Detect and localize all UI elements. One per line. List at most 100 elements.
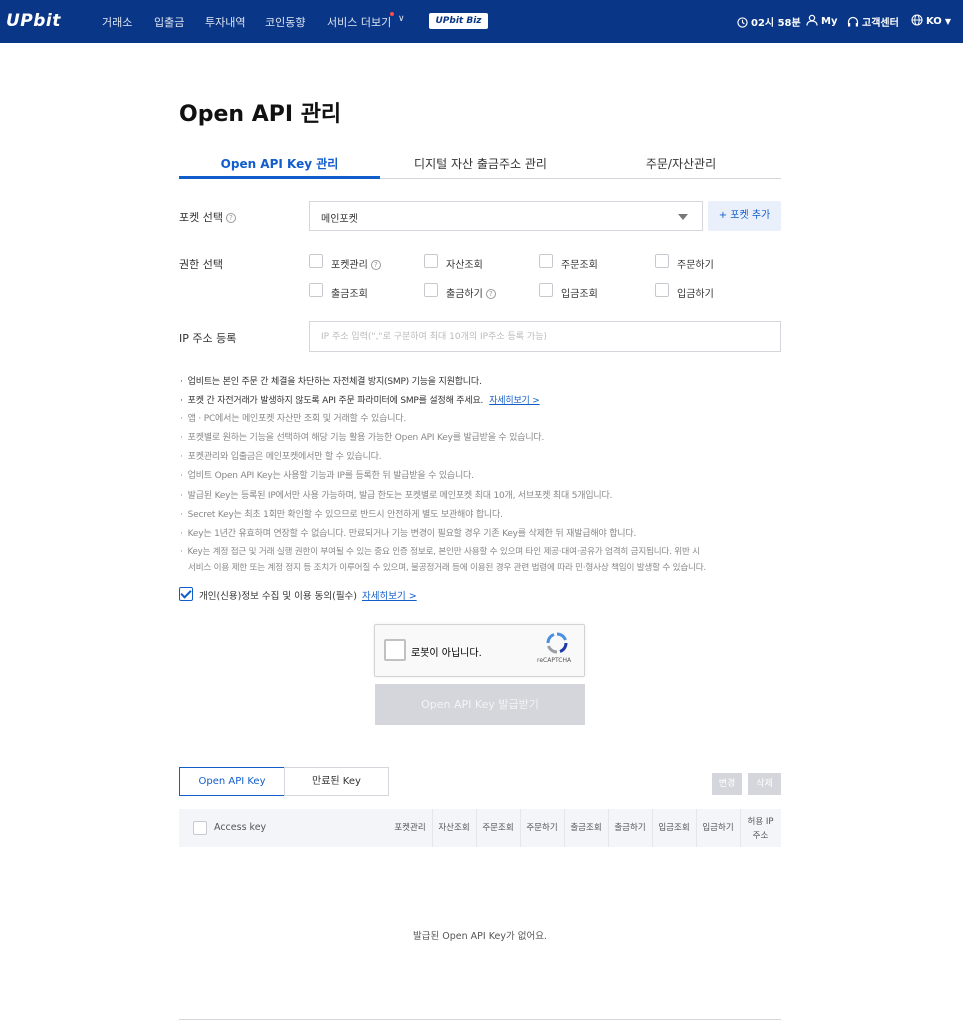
add-pocket-button[interactable]: + 포켓 추가 (708, 201, 781, 231)
note-line: · 업비트 Open API Key는 사용할 기능과 IP를 등록한 뒤 발급받… (180, 471, 474, 481)
clock-time: 02시 58분 (751, 18, 801, 29)
pocket-label-text: 포켓 선택 (179, 211, 223, 224)
tab-open-api-key[interactable]: Open API Key (179, 767, 285, 796)
note-text: 앱 · PC에서는 메인포켓 자산만 조회 및 거래할 수 있습니다. (187, 414, 407, 424)
ip-label: IP 주소 등록 (179, 332, 237, 345)
tab-api-key[interactable]: Open API Key 관리 (179, 155, 380, 172)
checkbox-order-place[interactable] (655, 254, 669, 268)
edit-button[interactable]: 변경 (712, 773, 742, 795)
support-item[interactable]: 고객센터 (847, 14, 899, 29)
ip-input[interactable] (310, 322, 780, 351)
tab-order-asset[interactable]: 주문/자산관리 (581, 155, 781, 172)
main-tabs: Open API Key 관리 디지털 자산 출금주소 관리 주문/자산관리 (179, 150, 781, 179)
recaptcha-label: 로봇이 아닙니다. (411, 648, 482, 659)
headset-icon (847, 16, 859, 27)
nav-deposit-withdraw[interactable]: 입출금 (154, 14, 184, 30)
checkbox-withdraw[interactable] (424, 283, 438, 297)
chevron-down-icon: ∨ (398, 14, 405, 24)
col-allowed-ip: 허용 IP (747, 817, 774, 827)
checkbox-order-query[interactable] (539, 254, 553, 268)
note-line: · 앱 · PC에서는 메인포켓 자산만 조회 및 거래할 수 있습니다. (180, 414, 407, 424)
agree-checkbox[interactable] (179, 587, 193, 601)
recaptcha-logo-icon (546, 632, 568, 654)
note-text: 발급된 Key는 등록된 IP에서만 사용 가능하며, 발급 한도는 포켓별로 … (187, 491, 613, 501)
perm-withdraw: 출금하기? (446, 285, 496, 300)
upbit-biz-button[interactable]: UPbit Biz (429, 13, 488, 29)
checkbox-pocket-manage[interactable] (309, 254, 323, 268)
top-nav: UPbit 거래소 입출금 투자내역 코인동향 서비스 더보기 ∨ UPbit … (0, 0, 963, 43)
caret-down-icon (678, 214, 688, 220)
perm-asset-query: 자산조회 (446, 260, 483, 271)
col-withdraw: 출금하기 (614, 823, 646, 833)
pocket-select-value: 메인포켓 (321, 214, 358, 225)
my-label: My (821, 16, 838, 27)
help-icon[interactable]: ? (370, 260, 381, 270)
agree-detail-link[interactable]: 자세히보기 > (362, 588, 417, 602)
perm-deposit-query: 입금조회 (561, 289, 598, 300)
nav-more-services[interactable]: 서비스 더보기 (327, 14, 391, 30)
caret-down-icon: ▼ (944, 17, 951, 26)
globe-icon (911, 14, 923, 26)
page-title: Open API 관리 (179, 102, 342, 127)
permission-label: 권한 선택 (179, 258, 223, 271)
clock-icon (737, 17, 748, 28)
ip-input-wrapper (309, 321, 781, 352)
language-label: KO (926, 16, 942, 27)
nav-investments[interactable]: 투자내역 (205, 14, 245, 30)
col-asset-query: 자산조회 (438, 823, 470, 833)
recaptcha-checkbox[interactable] (384, 639, 406, 661)
nav-exchange[interactable]: 거래소 (102, 14, 132, 30)
checkbox-deposit-query[interactable] (539, 283, 553, 297)
select-all-checkbox[interactable] (193, 821, 207, 835)
help-icon[interactable]: ? (225, 213, 236, 223)
note-text: Secret Key는 최초 1회만 확인할 수 있으므로 반드시 안전하게 별… (187, 510, 503, 520)
note-line: · Secret Key는 최초 1회만 확인할 수 있으므로 반드시 안전하게 … (180, 510, 503, 520)
recaptcha-brand: reCAPTCHA (537, 657, 572, 664)
note-line: · 업비트는 본인 주문 간 체결을 차단하는 자전체결 방지(SMP) 기능을 … (180, 377, 482, 387)
smp-detail-link[interactable]: 자세히보기 > (489, 396, 540, 406)
delete-button[interactable]: 삭제 (748, 773, 781, 795)
help-icon[interactable]: ? (485, 289, 496, 299)
checkbox-asset-query[interactable] (424, 254, 438, 268)
language-selector[interactable]: KO ▼ (911, 14, 951, 27)
perm-deposit: 입금하기 (677, 289, 714, 300)
col-pocket-manage: 포켓관리 (394, 823, 426, 833)
perm-withdraw-query: 출금조회 (331, 289, 368, 300)
col-deposit: 입금하기 (702, 823, 734, 833)
col-access-key: Access key (214, 822, 267, 833)
col-order-query: 주문조회 (482, 823, 514, 833)
perm-pocket-manage: 포켓관리? (331, 256, 381, 271)
pocket-select[interactable]: 메인포켓 (309, 201, 703, 231)
note-line: · Key는 1년간 유효하며 연장할 수 없습니다. 만료되거나 기능 변경이 … (180, 529, 637, 539)
perm-order-place: 주문하기 (677, 260, 714, 271)
note-text: 포켓 간 자전거래가 발생하지 않도록 API 주문 파라미터에 SMP를 설정… (187, 396, 484, 406)
my-item[interactable]: My (806, 14, 837, 27)
support-label: 고객센터 (862, 18, 899, 29)
upbit-logo[interactable]: UPbit (6, 11, 61, 31)
note-text: Key는 1년간 유효하며 연장할 수 없습니다. 만료되거나 기능 변경이 필… (187, 529, 637, 539)
note-text: 포켓관리와 입출금은 메인포켓에서만 할 수 있습니다. (187, 452, 382, 462)
tab-expired-key[interactable]: 만료된 Key (284, 767, 389, 796)
note-line: · 포켓별로 원하는 기능을 선택하여 해당 기능 활용 가능한 Open API… (180, 433, 545, 443)
note-line: · 발급된 Key는 등록된 IP에서만 사용 가능하며, 발급 한도는 포켓별로… (180, 491, 613, 501)
checkbox-deposit[interactable] (655, 283, 669, 297)
tab-withdraw-address[interactable]: 디지털 자산 출금주소 관리 (380, 155, 581, 172)
note-line: · 포켓관리와 입출금은 메인포켓에서만 할 수 있습니다. (180, 452, 382, 462)
col-order-place: 주문하기 (526, 823, 558, 833)
perm-withdraw-text: 출금하기 (446, 289, 483, 300)
empty-state-text: 발급된 Open API Key가 없어요. (413, 931, 547, 942)
nav-coin-trends[interactable]: 코인동향 (265, 14, 305, 30)
recaptcha-widget: 로봇이 아닙니다. reCAPTCHA (374, 624, 585, 677)
note-text: 업비트 Open API Key는 사용할 기능과 IP를 등록한 뒤 발급받을… (187, 471, 474, 481)
perm-order-query: 주문조회 (561, 260, 598, 271)
note-line-cont: 서비스 이용 제한 또는 계정 정지 등 조치가 이루어질 수 있으며, 불공정… (188, 563, 706, 573)
checkbox-withdraw-query[interactable] (309, 283, 323, 297)
key-table-header: Access key 포켓관리 자산조회 주문조회 주문하기 출금조회 출금하기… (179, 809, 781, 847)
col-withdraw-query: 출금조회 (570, 823, 602, 833)
user-icon (806, 14, 818, 26)
clock-item[interactable]: 02시 58분 (737, 14, 801, 29)
issue-api-key-button[interactable]: Open API Key 발급받기 (375, 684, 585, 725)
new-dot-icon (390, 12, 394, 16)
col-allowed-ip-2: 주소 (752, 831, 769, 841)
perm-pocket-manage-text: 포켓관리 (331, 260, 368, 271)
